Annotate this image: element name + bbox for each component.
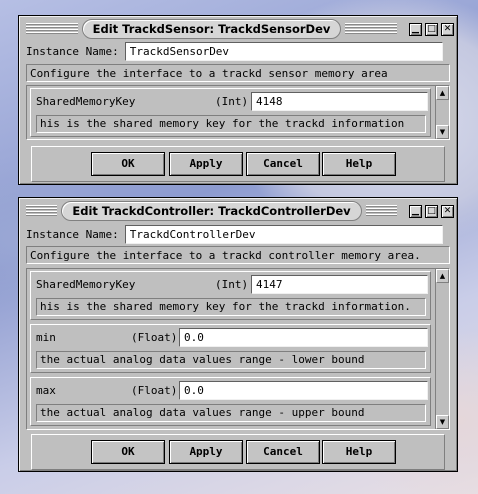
button-bar: OK Apply Cancel Help [31, 146, 445, 182]
down-arrow-icon[interactable]: ▼ [436, 125, 449, 139]
help-button[interactable]: Help [322, 152, 396, 176]
minimize-button[interactable]: ▁ [409, 22, 422, 36]
param-name: max [36, 384, 56, 397]
param-help: the actual analog data values range - lo… [36, 351, 426, 369]
param-type: (Int) [215, 278, 249, 291]
param-type: (Float) [131, 331, 178, 344]
titlebar[interactable]: Edit TrackdController: TrackdControllerD… [22, 201, 455, 221]
edit-trackdcontroller-window: Edit TrackdController: TrackdControllerD… [18, 197, 458, 472]
window-title: Edit TrackdController: TrackdControllerD… [61, 201, 362, 221]
parameter-list: SharedMemoryKey (Int) 4147 his is the sh… [26, 268, 450, 430]
edit-trackdsensor-window: Edit TrackdSensor: TrackdSensorDev ▁ □ ✕… [18, 15, 458, 185]
apply-button[interactable]: Apply [169, 152, 243, 176]
param-value-input[interactable]: 4147 [251, 275, 428, 294]
close-button[interactable]: ✕ [441, 204, 455, 218]
titlebar[interactable]: Edit TrackdSensor: TrackdSensorDev ▁ □ ✕ [22, 19, 454, 39]
button-bar: OK Apply Cancel Help [31, 434, 445, 470]
param-help: the actual analog data values range - up… [36, 404, 426, 422]
param-item: SharedMemoryKey (Int) 4148 his is the sh… [30, 88, 431, 137]
param-type: (Float) [131, 384, 178, 397]
param-name: min [36, 331, 56, 344]
ok-button[interactable]: OK [91, 152, 165, 176]
apply-button[interactable]: Apply [169, 440, 243, 464]
instance-name-input[interactable]: TrackdControllerDev [124, 225, 443, 244]
cancel-button[interactable]: Cancel [246, 152, 320, 176]
description-text: Configure the interface to a trackd sens… [26, 64, 450, 82]
param-item: SharedMemoryKey (Int) 4147 his is the sh… [30, 271, 431, 320]
instance-name-input[interactable]: TrackdSensorDev [124, 42, 443, 61]
instance-name-label: Instance Name: [26, 228, 119, 241]
param-name: SharedMemoryKey [36, 278, 136, 291]
param-help: his is the shared memory key for the tra… [36, 115, 426, 133]
maximize-button[interactable]: □ [425, 204, 439, 218]
param-value-input[interactable]: 4148 [251, 92, 428, 111]
window-title: Edit TrackdSensor: TrackdSensorDev [81, 19, 342, 39]
param-item: min (Float) 0.0 the actual analog data v… [30, 324, 431, 373]
instance-row: Instance Name: TrackdSensorDev [26, 42, 443, 61]
description-text: Configure the interface to a trackd cont… [26, 246, 450, 264]
param-item: max (Float) 0.0 the actual analog data v… [30, 377, 431, 426]
minimize-button[interactable]: ▁ [409, 204, 423, 218]
parameter-list: SharedMemoryKey (Int) 4148 his is the sh… [26, 85, 450, 140]
up-arrow-icon[interactable]: ▲ [436, 269, 449, 283]
param-name: SharedMemoryKey [36, 95, 136, 108]
help-button[interactable]: Help [322, 440, 396, 464]
param-help: his is the shared memory key for the tra… [36, 298, 426, 316]
ok-button[interactable]: OK [91, 440, 165, 464]
param-value-input[interactable]: 0.0 [179, 328, 428, 347]
cancel-button[interactable]: Cancel [246, 440, 320, 464]
down-arrow-icon[interactable]: ▼ [436, 415, 449, 429]
scrollbar[interactable]: ▲ ▼ [435, 86, 449, 139]
instance-row: Instance Name: TrackdControllerDev [26, 225, 443, 244]
param-type: (Int) [215, 95, 249, 108]
param-value-input[interactable]: 0.0 [179, 381, 428, 400]
up-arrow-icon[interactable]: ▲ [436, 86, 449, 100]
instance-name-label: Instance Name: [26, 45, 119, 58]
scrollbar[interactable]: ▲ ▼ [435, 269, 449, 429]
maximize-button[interactable]: □ [425, 22, 438, 36]
close-button[interactable]: ✕ [441, 22, 454, 36]
